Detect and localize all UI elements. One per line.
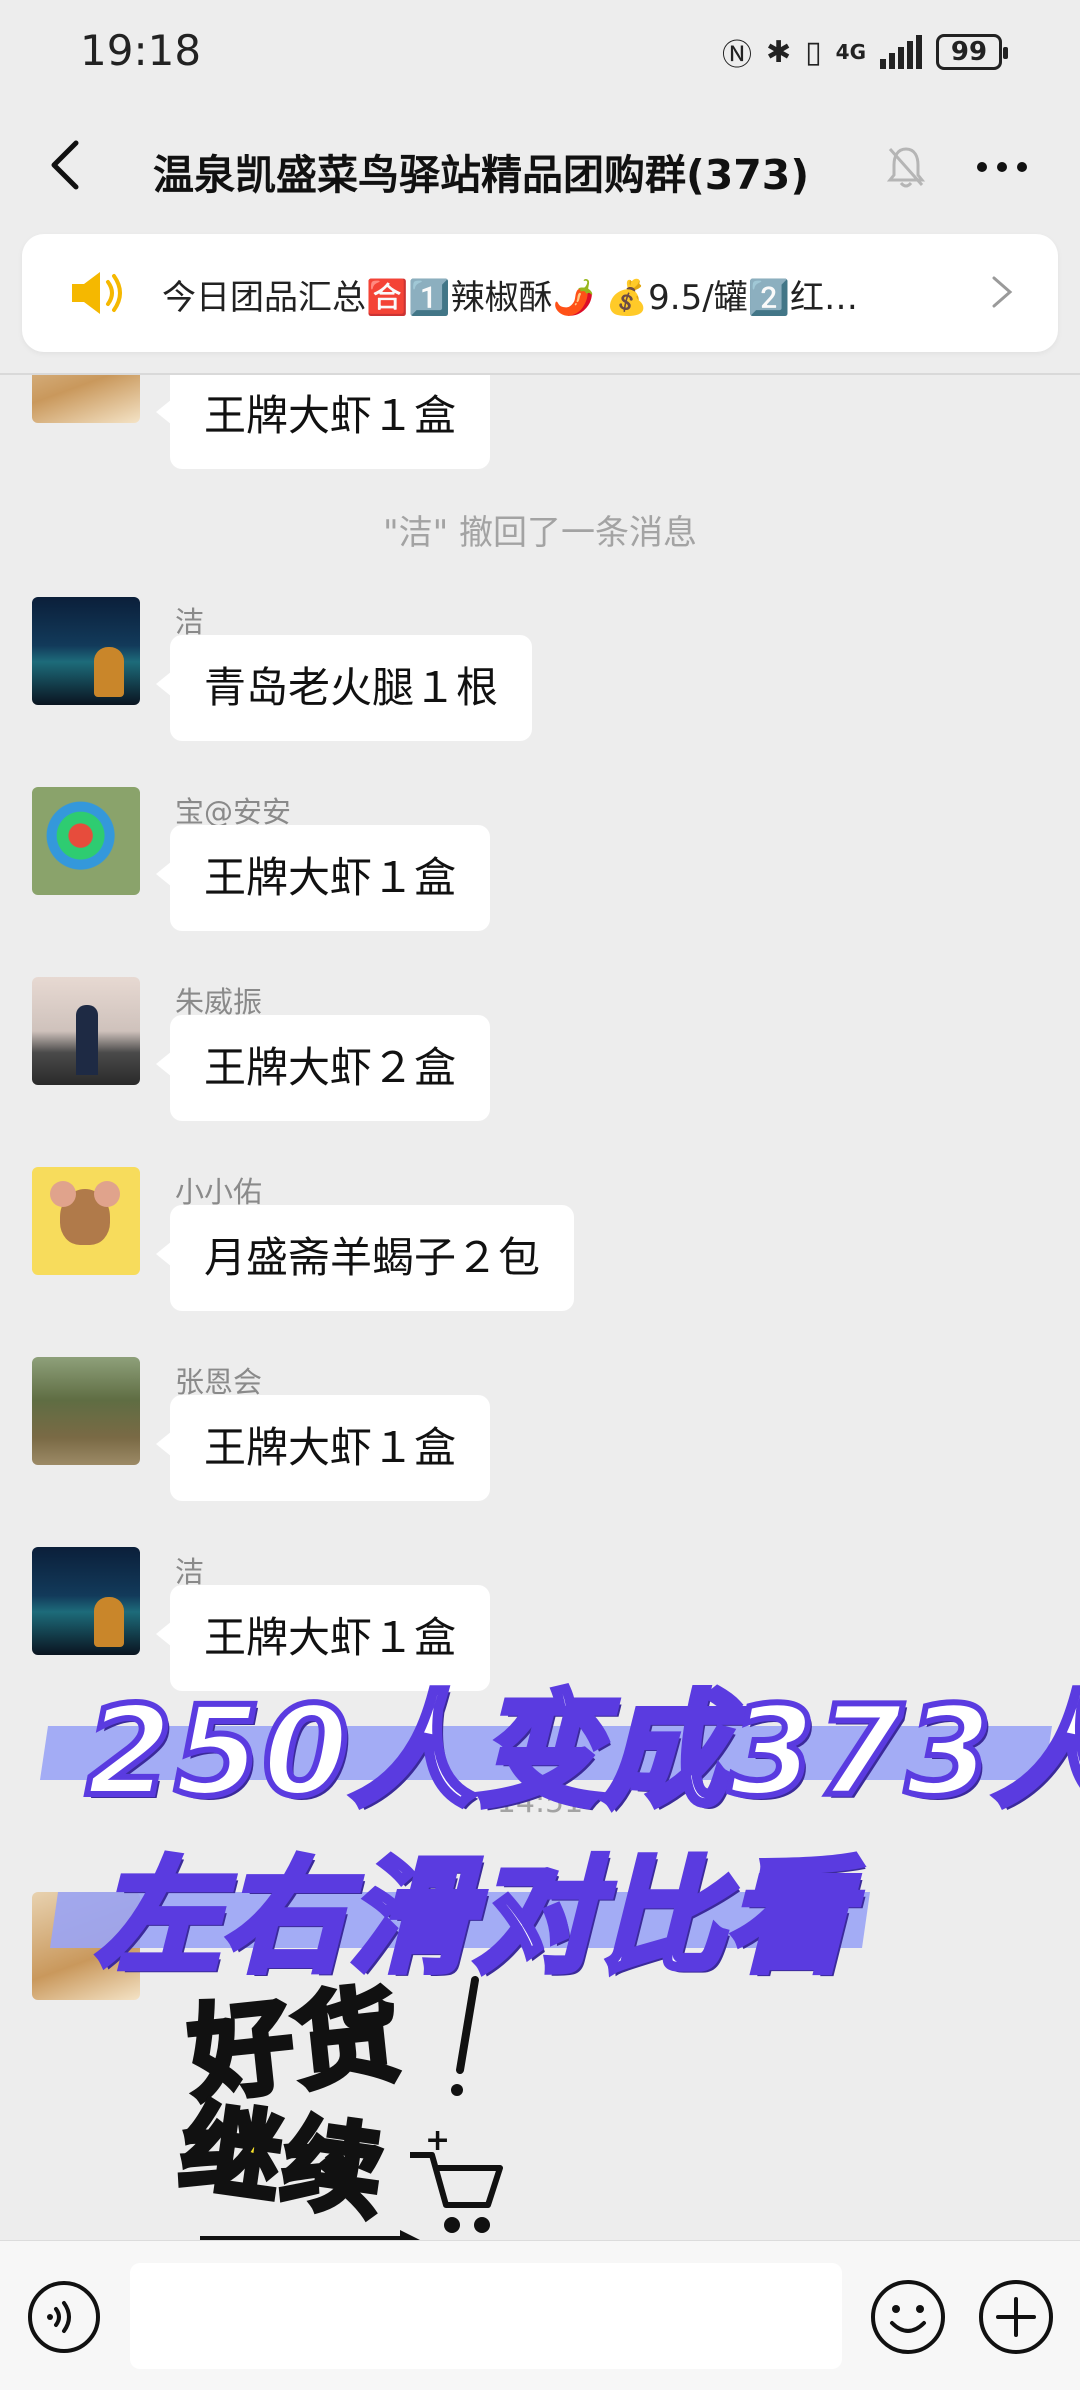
more-icon[interactable] (972, 147, 1032, 187)
chevron-right-icon (992, 276, 1013, 308)
message-bubble[interactable]: 青岛老火腿１根 (155, 635, 533, 741)
avatar[interactable] (32, 597, 140, 705)
message-bubble[interactable]: 王牌大虾２盒 (155, 1015, 491, 1121)
status-time: 19:18 (80, 26, 202, 75)
message-bubble[interactable]: 王牌大虾１盒 (155, 1395, 491, 1501)
group-announcement[interactable]: 今日团品汇总🈴1️⃣辣椒酥🌶️ 💰9.5/罐2️⃣红… (22, 234, 1058, 352)
input-bar (0, 2240, 1080, 2390)
speaker-icon (72, 272, 122, 314)
avatar[interactable] (32, 1167, 140, 1275)
avatar[interactable] (32, 977, 140, 1085)
promo-headline: 250人变成373人 (83, 1677, 1080, 1827)
signal-icon (880, 35, 922, 69)
chat-title: 温泉凯盛菜鸟驿站精品团购群(373) (153, 151, 810, 199)
status-bar: 19:18 Ⓝ ✱ ▯ 4G 99 (0, 0, 1080, 105)
message-bubble[interactable]: 月盛斋羊蝎子２包 (155, 1205, 575, 1311)
message-input[interactable] (130, 2263, 842, 2369)
message-bubble[interactable]: 王牌大虾１盒 (155, 375, 491, 469)
sticker-text-continue: 继续 (171, 2087, 394, 2236)
message-bubble[interactable]: 王牌大虾１盒 (155, 825, 491, 931)
recall-notice: "洁" 撤回了一条消息 (382, 513, 698, 553)
voice-icon[interactable] (26, 2279, 102, 2355)
mute-bell-icon (886, 147, 926, 188)
avatar[interactable] (32, 787, 140, 895)
network-label: 4G (835, 40, 866, 64)
battery-icon: 99 (936, 34, 1008, 70)
svg-text:+: + (425, 2123, 450, 2158)
cart-icon: + (410, 2123, 503, 2233)
avatar[interactable] (32, 375, 140, 423)
plus-icon[interactable] (976, 2277, 1056, 2357)
title-bar: 温泉凯盛菜鸟驿站精品团购群(373) (0, 105, 1080, 230)
vibrate-icon: ▯ (805, 34, 822, 70)
status-icons: Ⓝ ✱ ▯ 4G 99 (722, 30, 1008, 74)
bluetooth-icon: ✱ (766, 34, 792, 70)
avatar[interactable] (32, 1547, 140, 1655)
emoji-icon[interactable] (868, 2277, 948, 2357)
nfc-icon: Ⓝ (722, 38, 752, 73)
announcement-text: 今日团品汇总🈴1️⃣辣椒酥🌶️ 💰9.5/罐2️⃣红… (162, 278, 859, 318)
back-icon[interactable] (38, 135, 98, 195)
avatar[interactable] (32, 1357, 140, 1465)
sticker: + 好货 继续 (170, 1950, 510, 2250)
